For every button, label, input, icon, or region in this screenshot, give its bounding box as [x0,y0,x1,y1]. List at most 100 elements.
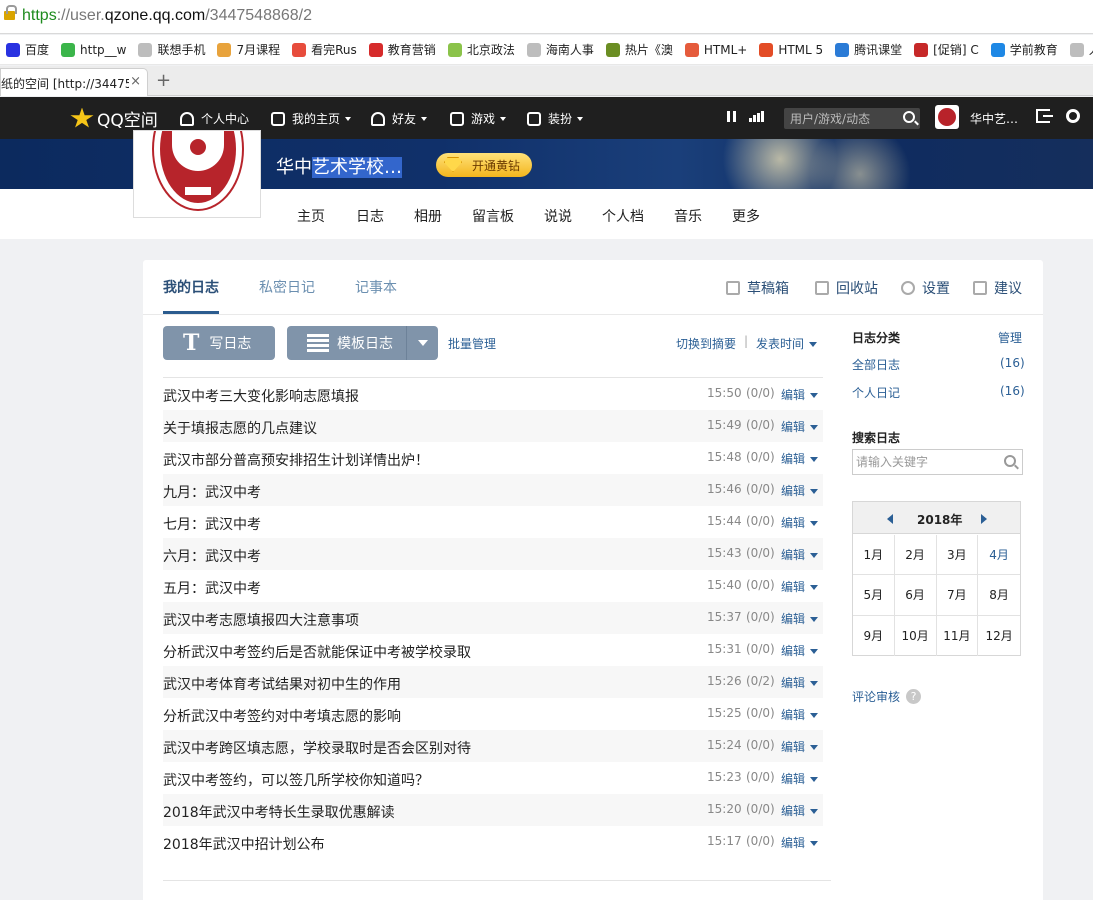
bookmark-item[interactable]: 看完Rus [292,41,357,58]
top-search-input[interactable] [784,108,896,129]
nav-decorate[interactable]: 装扮 [527,110,584,127]
username[interactable]: 华中艺… [970,110,1018,127]
help-icon[interactable]: ? [906,689,922,704]
subnav-item[interactable]: 日志 [356,206,384,226]
batch-manage-link[interactable]: 批量管理 [448,335,496,352]
qzone-logo[interactable]: QQ空间 [70,106,158,131]
edit-dropdown[interactable]: 编辑 [781,642,819,659]
subnav-item[interactable]: 音乐 [674,206,702,226]
calendar-month[interactable]: 4月 [978,535,1020,576]
edit-dropdown[interactable]: 编辑 [781,450,819,467]
nav-my-home[interactable]: 我的主页 [271,110,352,127]
settings-button[interactable]: 设置 [901,278,950,298]
edit-dropdown[interactable]: 编辑 [781,802,819,819]
edit-dropdown[interactable]: 编辑 [781,578,819,595]
bookmark-item[interactable]: [促销] C [914,41,979,58]
nav-personal-center[interactable]: 个人中心 [180,110,249,127]
tab-close-icon[interactable]: × [130,74,141,89]
blog-title[interactable]: 武汉中考签约，可以签几所学校你知道吗？ [163,770,429,790]
browser-tab[interactable]: 纸的空间 [http://34475 × [0,68,148,96]
comment-review-link[interactable]: 评论审核? [852,688,922,705]
signal-bars-icon[interactable] [749,111,765,122]
next-year-icon[interactable] [981,514,987,524]
bookmark-item[interactable]: 7月课程 [217,41,280,58]
blog-title[interactable]: 武汉中考体育考试结果对初中生的作用 [163,674,401,694]
avatar[interactable] [935,105,959,129]
edit-dropdown[interactable]: 编辑 [781,386,819,403]
blog-title[interactable]: 武汉中考志愿填报四大注意事项 [163,610,359,630]
edit-dropdown[interactable]: 编辑 [781,514,819,531]
bookmark-item[interactable]: 海南人事 [526,41,594,58]
blog-title[interactable]: 关于填报志愿的几点建议 [163,418,317,438]
tab-private-diary[interactable]: 私密日记 [259,277,315,297]
subnav-item[interactable]: 个人档 [602,206,644,226]
blog-title[interactable]: 2018年武汉中招计划公布 [163,834,325,854]
bookmark-item[interactable]: HTML 5 [759,42,823,57]
blog-time: 15:46 [707,482,742,496]
edit-dropdown[interactable]: 编辑 [781,418,819,435]
edit-dropdown[interactable]: 编辑 [781,674,819,691]
bookmark-item[interactable]: 人保园长 [1069,41,1093,58]
edit-dropdown[interactable]: 编辑 [781,834,819,851]
bookmark-item[interactable]: 联想手机 [138,41,205,58]
bookmark-item[interactable]: 学前教育 [990,41,1058,58]
edit-dropdown[interactable]: 编辑 [781,770,819,787]
chevron-down-icon[interactable] [406,326,438,360]
bookmark-icon [605,42,620,57]
blog-title[interactable]: 武汉市部分普高预安排招生计划详情出炉！ [163,450,429,470]
space-logo[interactable] [133,130,261,218]
bookmark-item[interactable]: http__w [61,42,126,57]
vip-button[interactable]: 开通黄钻 [436,153,532,177]
template-blog-button[interactable]: 模板日志 [287,326,438,360]
new-tab-button[interactable]: + [156,70,171,91]
suggest-button[interactable]: 建议 [973,278,1022,298]
bookmark-item[interactable]: 教育营销 [368,41,436,58]
recycle-bin-button[interactable]: 回收站 [815,278,878,298]
blog-title[interactable]: 武汉中考跨区填志愿，学校录取时是否会区别对待 [163,738,471,758]
bookmark-item[interactable]: 北京政法 [447,41,515,58]
blog-title[interactable]: 七月：武汉中考 [163,514,261,534]
blog-title[interactable]: 五月：武汉中考 [163,578,261,598]
sort-dropdown[interactable]: 发表时间 [756,335,818,352]
search-icon[interactable] [1004,455,1016,467]
edit-dropdown[interactable]: 编辑 [781,610,819,627]
category-all[interactable]: 全部日志 [852,356,900,373]
address-bar[interactable]: https://user.qzone.qq.com/3447548868/2 [0,0,1093,34]
nav-friends[interactable]: 好友 [371,110,428,127]
space-title[interactable]: 华中艺术学校… [276,153,402,179]
bookmark-item[interactable]: 腾讯课堂 [835,41,902,58]
search-icon[interactable] [903,111,915,123]
blog-title[interactable]: 九月：武汉中考 [163,482,261,502]
subnav-item[interactable]: 说说 [544,206,572,226]
subnav-item[interactable]: 主页 [297,206,325,226]
logout-icon[interactable] [1036,109,1053,123]
write-blog-button[interactable]: T 写日志 [163,326,275,360]
switch-summary-link[interactable]: 切换到摘要 [676,335,736,352]
category-personal[interactable]: 个人日记 [852,384,900,401]
gear-icon[interactable] [1066,109,1080,123]
pause-icon[interactable] [727,111,736,122]
bookmark-item[interactable]: 热片《澳 [605,41,673,58]
subnav-item[interactable]: 更多 [732,206,760,226]
blog-search-input[interactable] [853,450,999,474]
bookmark-item[interactable]: HTML+ [684,42,747,57]
blog-title[interactable]: 六月：武汉中考 [163,546,261,566]
tab-my-blog[interactable]: 我的日志 [163,277,219,297]
blog-title[interactable]: 分析武汉中考签约后是否就能保证中考被学校录取 [163,642,471,662]
subnav-item[interactable]: 相册 [414,206,442,226]
edit-dropdown[interactable]: 编辑 [781,482,819,499]
manage-link[interactable]: 管理 [998,329,1022,346]
subnav-item[interactable]: 留言板 [472,206,514,226]
edit-dropdown[interactable]: 编辑 [781,546,819,563]
blog-title[interactable]: 武汉中考三大变化影响志愿填报 [163,386,359,406]
blog-title[interactable]: 2018年武汉中考特长生录取优惠解读 [163,802,395,822]
edit-dropdown[interactable]: 编辑 [781,738,819,755]
url-text[interactable]: https://user.qzone.qq.com/3447548868/2 [22,7,312,25]
drafts-button[interactable]: 草稿箱 [726,278,789,298]
bookmark-item[interactable]: 百度 [6,41,49,58]
nav-games[interactable]: 游戏 [450,110,507,127]
prev-year-icon[interactable] [887,514,893,524]
edit-dropdown[interactable]: 编辑 [781,706,819,723]
tab-notebook[interactable]: 记事本 [355,277,397,297]
blog-title[interactable]: 分析武汉中考签约对中考填志愿的影响 [163,706,401,726]
